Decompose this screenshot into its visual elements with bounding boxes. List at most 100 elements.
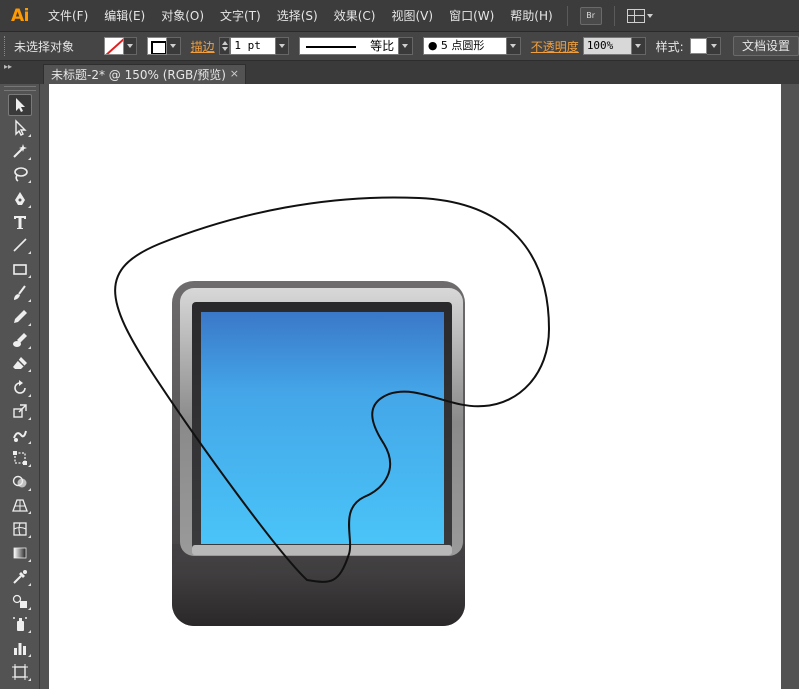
scale-tool-icon <box>13 404 27 418</box>
tool-flyout-indicator <box>28 251 31 254</box>
tool-flyout-indicator <box>28 607 31 610</box>
chevron-down-icon <box>646 13 653 18</box>
direct-selection-tool-button[interactable] <box>8 117 32 139</box>
tool-flyout-indicator <box>28 275 31 278</box>
profile-label: 等比 <box>370 39 395 53</box>
line-segment-tool-icon <box>13 238 27 252</box>
menu-window[interactable]: 窗口(W) <box>441 0 502 32</box>
selection-tool-button[interactable] <box>8 94 32 116</box>
menu-type[interactable]: 文字(T) <box>212 0 269 32</box>
close-icon[interactable]: × <box>230 67 239 80</box>
menu-edit[interactable]: 编辑(E) <box>96 0 153 32</box>
type-tool-icon <box>14 216 26 229</box>
style-dropdown[interactable] <box>707 37 722 55</box>
stroke-label[interactable]: 描边 <box>191 38 215 55</box>
profile-line-icon <box>306 46 357 48</box>
column-graph-tool-button[interactable] <box>8 637 32 659</box>
bridge-button[interactable]: Br <box>579 6 602 25</box>
blend-tool-icon <box>12 594 27 608</box>
tool-flyout-indicator <box>28 559 31 562</box>
chevron-down-icon <box>635 44 642 48</box>
graphic-style-swatch[interactable] <box>689 38 708 54</box>
symbol-sprayer-tool-icon <box>13 617 27 631</box>
tool-flyout-indicator <box>28 346 31 349</box>
line-segment-tool-button[interactable] <box>8 234 32 256</box>
chevron-down-icon <box>710 44 717 48</box>
menu-select[interactable]: 选择(S) <box>269 0 326 32</box>
blend-tool-button[interactable] <box>8 590 32 612</box>
rotate-tool-button[interactable] <box>8 377 32 399</box>
free-transform-tool-button[interactable] <box>8 447 32 469</box>
menu-effect[interactable]: 效果(C) <box>326 0 384 32</box>
variable-width-profile[interactable]: 等比 <box>299 37 400 55</box>
eraser-tool-button[interactable] <box>8 352 32 374</box>
pen-tool-icon <box>15 192 25 205</box>
collapse-panels-icon[interactable]: ▸▸ <box>0 61 40 73</box>
magic-wand-tool-button[interactable] <box>8 140 32 162</box>
blob-brush-tool-button[interactable] <box>8 329 32 351</box>
tool-flyout-indicator <box>28 205 31 208</box>
selection-tool-icon <box>16 98 25 112</box>
fill-swatch[interactable] <box>103 37 124 55</box>
chevron-down-icon <box>278 44 285 48</box>
symbol-sprayer-tool-button[interactable] <box>8 613 32 635</box>
pencil-tool-button[interactable] <box>8 306 32 328</box>
selection-status: 未选择对象 <box>13 39 74 54</box>
tool-flyout-indicator <box>28 134 31 137</box>
artboard[interactable] <box>49 84 781 689</box>
lasso-tool-button[interactable] <box>8 163 32 185</box>
document-tab[interactable]: 未标题-2* @ 150% (RGB/预览) × <box>43 64 246 84</box>
magic-wand-tool-icon <box>13 144 27 158</box>
tools-panel <box>0 84 40 689</box>
eyedropper-tool-button[interactable] <box>8 566 32 588</box>
warp-tool-button[interactable] <box>8 424 32 446</box>
document-tab-title: 未标题-2* @ 150% (RGB/预览) <box>51 68 226 82</box>
paintbrush-tool-button[interactable] <box>8 282 32 304</box>
stroke-swatch[interactable] <box>147 37 167 55</box>
rectangle-tool-icon <box>13 264 27 275</box>
stroke-dropdown[interactable] <box>166 37 181 55</box>
artboard-tool-button[interactable] <box>8 661 32 683</box>
tool-flyout-indicator <box>28 630 31 633</box>
canvas-area[interactable] <box>41 84 799 689</box>
menu-separator <box>566 5 568 26</box>
tool-flyout-indicator <box>28 488 31 491</box>
opacity-dropdown[interactable] <box>631 37 646 55</box>
style-label: 样式: <box>655 39 684 54</box>
control-bar: 未选择对象 描边 1 pt 等比 ● 5 点圆形 不透明度 100% 样式: 文… <box>0 32 799 61</box>
menu-object[interactable]: 对象(O) <box>153 0 212 32</box>
brush-dropdown[interactable] <box>507 37 521 55</box>
column-graph-tool-icon <box>14 643 26 655</box>
stroke-weight-dropdown[interactable] <box>275 37 290 55</box>
opacity-input[interactable]: 100% <box>582 37 632 55</box>
pen-tool-button[interactable] <box>8 188 32 210</box>
panel-grip[interactable] <box>4 36 8 56</box>
profile-dropdown[interactable] <box>399 37 413 55</box>
arrow-down-icon <box>221 47 228 51</box>
blob-brush-tool-icon <box>13 333 27 347</box>
menu-view[interactable]: 视图(V) <box>383 0 441 32</box>
tool-flyout-indicator <box>28 180 31 183</box>
tool-flyout-indicator <box>28 535 31 538</box>
type-tool-button[interactable] <box>8 211 32 233</box>
stroke-weight-input[interactable]: 1 pt <box>230 37 276 55</box>
opacity-label[interactable]: 不透明度 <box>531 38 579 55</box>
rectangle-tool-button[interactable] <box>8 258 32 280</box>
arrange-documents-button[interactable] <box>626 8 653 23</box>
menu-file[interactable]: 文件(F) <box>40 0 96 32</box>
perspective-grid-tool-button[interactable] <box>8 494 32 516</box>
fill-dropdown[interactable] <box>123 37 138 55</box>
gradient-tool-button[interactable] <box>8 542 32 564</box>
mesh-tool-button[interactable] <box>8 518 32 540</box>
panel-grip[interactable] <box>4 86 36 91</box>
brush-definition[interactable]: ● 5 点圆形 <box>422 37 508 55</box>
document-setup-button[interactable]: 文档设置 <box>733 36 799 56</box>
tool-flyout-indicator <box>28 323 31 326</box>
menu-help[interactable]: 帮助(H) <box>502 0 560 32</box>
lasso-tool-icon <box>14 167 28 182</box>
shape-builder-tool-button[interactable] <box>8 471 32 493</box>
device-screen[interactable] <box>201 312 444 544</box>
rotate-tool-icon <box>14 380 26 394</box>
stroke-weight-stepper[interactable] <box>218 37 231 55</box>
scale-tool-button[interactable] <box>8 400 32 422</box>
